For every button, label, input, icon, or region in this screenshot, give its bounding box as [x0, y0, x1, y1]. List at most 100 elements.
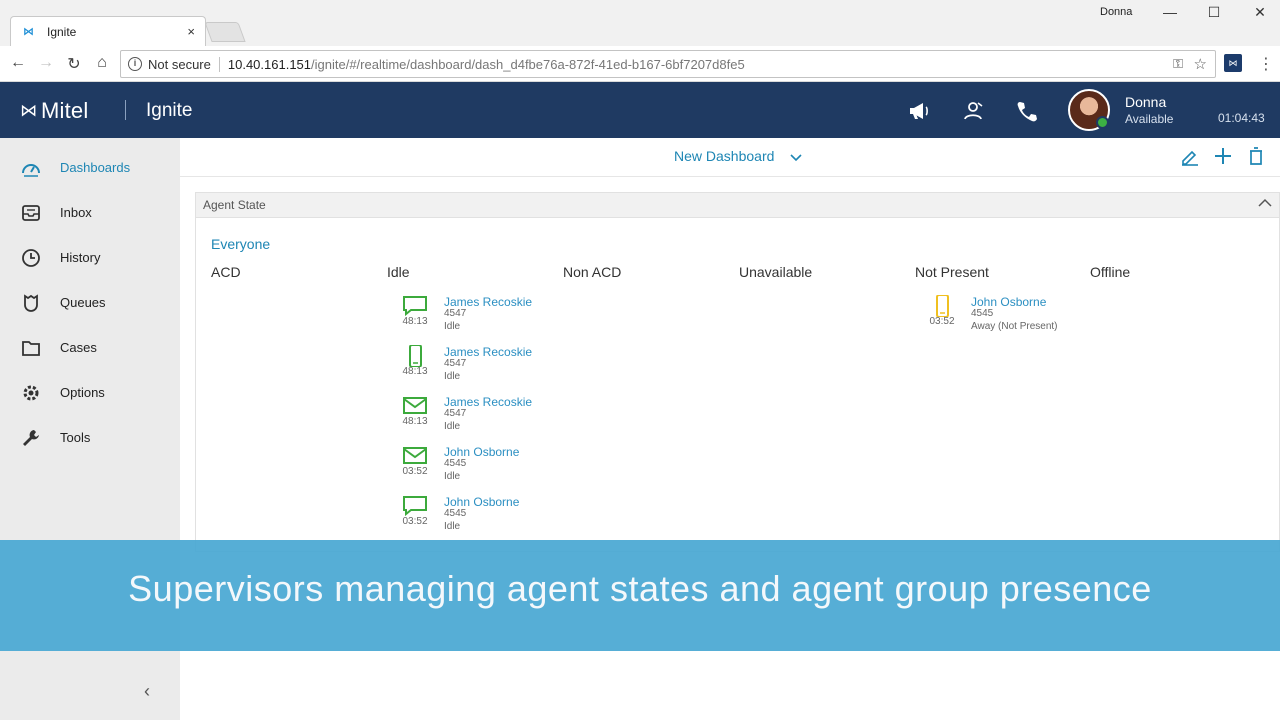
gear-icon — [23, 385, 39, 401]
group-name[interactable]: Everyone — [211, 236, 270, 252]
agent-name[interactable]: John Osborne — [444, 445, 519, 459]
agent-card[interactable]: 03:52 John Osborne 4545 Away (Not Presen… — [929, 295, 1099, 339]
url-host: 10.40.161.151 — [227, 56, 312, 72]
column-header-not-present: Not Present — [915, 264, 989, 280]
wrench-icon — [23, 430, 39, 446]
queue-icon — [24, 294, 38, 312]
sidebar-item-inbox[interactable]: Inbox — [0, 190, 180, 235]
agent-extension: 4547 — [444, 408, 467, 419]
info-icon[interactable]: i — [128, 57, 142, 71]
phone-icon — [409, 345, 422, 367]
chat-icon — [403, 296, 427, 317]
agent-time: 48:13 — [402, 316, 428, 327]
sidebar-item-label: Options — [60, 385, 105, 400]
presence-dot — [1096, 116, 1109, 129]
column-header-offline: Offline — [1090, 264, 1131, 280]
reload-icon[interactable]: ↻ — [64, 54, 84, 74]
agent-extension: 4545 — [971, 308, 994, 319]
tab-title: Ignite — [47, 24, 77, 39]
agent-card[interactable]: 48:13 James Recoskie 4547 Idle — [402, 395, 572, 439]
agent-group-icon[interactable] — [962, 100, 986, 122]
collapse-sidebar-icon[interactable]: ‹ — [144, 681, 150, 702]
agent-card[interactable]: 03:52 John Osborne 4545 Idle — [402, 495, 572, 539]
app-name: Ignite — [146, 100, 193, 121]
caption-text: Supervisors managing agent states and ag… — [128, 568, 1152, 609]
agent-state-panel — [195, 192, 1280, 552]
agent-name[interactable]: John Osborne — [444, 495, 519, 509]
status-timer: 01:04:43 — [1218, 111, 1265, 125]
agent-state: Idle — [444, 421, 461, 432]
sidebar-item-history[interactable]: History — [0, 235, 180, 280]
agent-extension: 4547 — [444, 358, 467, 369]
agent-time: 03:52 — [929, 316, 955, 327]
megaphone-icon[interactable] — [907, 100, 931, 122]
email-icon — [403, 447, 427, 464]
sidebar-item-options[interactable]: Options — [0, 370, 180, 415]
sidebar-item-queues[interactable]: Queues — [0, 280, 180, 325]
column-header-non-acd: Non ACD — [563, 264, 622, 280]
sidebar-item-dashboards[interactable]: Dashboards — [0, 145, 180, 190]
chevron-up-icon[interactable] — [1258, 196, 1272, 210]
chat-icon — [403, 496, 427, 517]
sidebar-item-label: Dashboards — [60, 160, 131, 175]
forward-icon[interactable]: → — [36, 54, 56, 72]
dashboard-selector[interactable]: New Dashboard — [674, 148, 774, 164]
panel-title: Agent State — [203, 198, 266, 212]
back-icon[interactable]: ← — [8, 54, 28, 72]
agent-name[interactable]: John Osborne — [971, 295, 1046, 309]
sidebar-item-cases[interactable]: Cases — [0, 325, 180, 370]
agent-state: Idle — [444, 321, 461, 332]
folder-icon — [22, 341, 40, 356]
maximize-icon[interactable]: ☐ — [1204, 4, 1224, 21]
agent-name[interactable]: James Recoskie — [444, 295, 532, 309]
bookmark-star-icon[interactable]: ☆ — [1194, 55, 1207, 73]
mitel-extension-icon[interactable]: ⋈ — [1224, 54, 1242, 72]
column-header-acd: ACD — [211, 264, 241, 280]
agent-state: Away (Not Present) — [971, 321, 1058, 332]
minimize-icon[interactable]: — — [1160, 4, 1180, 20]
sidebar-item-label: History — [60, 250, 101, 265]
agent-time: 03:52 — [402, 516, 428, 527]
column-header-idle: Idle — [387, 264, 410, 280]
sidebar-item-tools[interactable]: Tools — [0, 415, 180, 460]
panel-header[interactable] — [195, 192, 1280, 218]
header-divider — [125, 100, 126, 120]
mitel-mark-icon: ⋈ — [20, 101, 37, 120]
clock-icon — [22, 249, 40, 267]
new-tab-button[interactable] — [204, 22, 246, 42]
mitel-logo: ⋈ Mitel — [20, 98, 88, 124]
key-icon[interactable]: ⚿ — [1173, 56, 1183, 72]
email-icon — [403, 397, 427, 414]
home-icon[interactable]: ⌂ — [92, 54, 112, 72]
agent-time: 03:52 — [402, 466, 428, 477]
sidebar-item-label: Tools — [60, 430, 91, 445]
mitel-favicon-icon: ⋈ — [23, 25, 34, 38]
add-icon[interactable] — [1213, 146, 1233, 166]
user-name[interactable]: Donna — [1125, 94, 1166, 110]
agent-name[interactable]: James Recoskie — [444, 395, 532, 409]
url-path: /ignite/#/realtime/dashboard/dash_d4fbe7… — [311, 56, 745, 72]
sidebar-item-label: Queues — [60, 295, 106, 310]
agent-card[interactable]: 48:13 James Recoskie 4547 Idle — [402, 345, 572, 389]
sidebar-item-label: Inbox — [60, 205, 92, 220]
user-status[interactable]: Available — [1125, 112, 1173, 126]
browser-tab[interactable]: ⋈ Ignite × — [10, 16, 206, 46]
window-user-label: Donna — [1100, 6, 1133, 18]
chevron-down-icon[interactable] — [790, 151, 802, 163]
agent-time: 48:13 — [402, 416, 428, 427]
edit-icon[interactable] — [1180, 146, 1200, 166]
agent-name[interactable]: James Recoskie — [444, 345, 532, 359]
agent-extension: 4547 — [444, 308, 467, 319]
phone-icon — [936, 295, 949, 317]
sidebar-item-label: Cases — [60, 340, 97, 355]
trash-icon[interactable] — [1246, 146, 1266, 166]
agent-card[interactable]: 48:13 James Recoskie 4547 Idle — [402, 295, 572, 339]
tab-close-icon[interactable]: × — [187, 24, 195, 39]
agent-state: Idle — [444, 471, 461, 482]
agent-card[interactable]: 03:52 John Osborne 4545 Idle — [402, 445, 572, 489]
phone-call-icon[interactable] — [1015, 100, 1039, 122]
agent-extension: 4545 — [444, 458, 467, 469]
url-bar[interactable]: i Not secure 10.40.161.151 /ignite/#/rea… — [120, 50, 1216, 78]
browser-menu-icon[interactable]: ⋮ — [1258, 54, 1274, 74]
window-close-icon[interactable]: ✕ — [1250, 4, 1270, 21]
